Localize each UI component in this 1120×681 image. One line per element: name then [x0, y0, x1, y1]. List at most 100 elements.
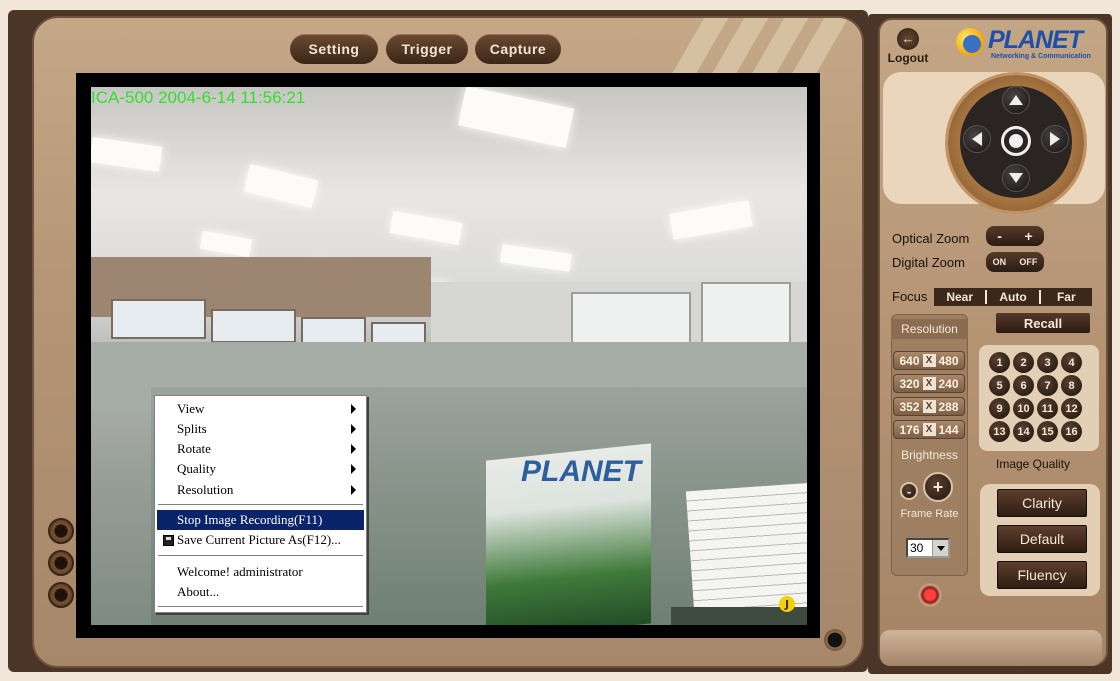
preset-button[interactable]: 7 — [1037, 375, 1058, 396]
preset-button[interactable]: 14 — [1013, 421, 1034, 442]
tab-setting[interactable]: Setting — [290, 34, 378, 64]
frame-rate-value: 30 — [910, 541, 924, 555]
focus-auto-button[interactable]: Auto — [987, 290, 1038, 304]
logo-text: PLANET — [988, 26, 1083, 54]
digital-zoom-toggle: ON OFF — [986, 252, 1044, 272]
window — [111, 299, 206, 339]
ptz-up-button[interactable] — [1002, 86, 1030, 114]
bottom-bar — [880, 630, 1102, 666]
ceiling-light — [500, 244, 572, 272]
ceiling-light — [199, 230, 253, 258]
submenu-arrow-icon — [351, 444, 356, 454]
preset-button[interactable]: 5 — [989, 375, 1010, 396]
ceiling-light — [458, 87, 574, 148]
res-width: 320 — [899, 376, 920, 391]
menu-item-label: Quality — [177, 461, 216, 476]
ptz-up-icon — [1009, 95, 1023, 105]
side-knob — [48, 550, 74, 576]
menu-item-about[interactable]: About... — [157, 582, 364, 602]
digital-zoom-off-button[interactable]: OFF — [1019, 257, 1037, 267]
menu-item-save-picture[interactable]: Save Current Picture As(F12)... — [157, 530, 364, 550]
menu-item-quality[interactable]: Quality — [157, 459, 364, 479]
ceiling-light — [243, 163, 319, 209]
stop-icon[interactable] — [918, 583, 942, 607]
menu-item-resolution[interactable]: Resolution — [157, 480, 364, 500]
focus-bar: Near Auto Far — [934, 288, 1092, 306]
brightness-label: Brightness — [901, 448, 958, 462]
zoom-in-button[interactable]: + — [1025, 228, 1033, 244]
focus-far-button[interactable]: Far — [1041, 290, 1092, 304]
menu-item-stop-recording[interactable]: Stop Image Recording(F11) — [157, 510, 364, 530]
menu-separator — [158, 504, 363, 506]
zoom-out-button[interactable]: - — [997, 228, 1002, 244]
recall-button[interactable]: Recall — [996, 313, 1090, 333]
logout-button[interactable]: ← Logout — [884, 28, 932, 72]
logo-globe-icon — [956, 28, 984, 56]
menu-item-label: Resolution — [177, 482, 234, 497]
menu-item-label: Rotate — [177, 441, 211, 456]
ceiling-light — [91, 137, 163, 172]
corner-knob — [824, 629, 846, 651]
res-height: 480 — [938, 353, 959, 368]
context-menu: View Splits Rotate Quality Resolution St… — [154, 395, 367, 613]
clarity-button[interactable]: Clarity — [997, 489, 1087, 517]
osd-badge-icon: J — [779, 596, 795, 612]
ptz-right-button[interactable] — [1041, 125, 1069, 153]
focus-near-button[interactable]: Near — [934, 290, 985, 304]
preset-button[interactable]: 2 — [1013, 352, 1034, 373]
preset-button[interactable]: 13 — [989, 421, 1010, 442]
preset-button[interactable]: 9 — [989, 398, 1010, 419]
tab-capture[interactable]: Capture — [475, 34, 561, 64]
ptz-right-icon — [1050, 132, 1060, 146]
side-knob — [48, 518, 74, 544]
preset-button[interactable]: 15 — [1037, 421, 1058, 442]
submenu-arrow-icon — [351, 404, 356, 414]
default-button[interactable]: Default — [997, 525, 1087, 553]
menu-item-welcome[interactable]: Welcome! administrator — [157, 562, 364, 582]
ceiling-light — [389, 211, 463, 245]
resolution-176-button[interactable]: 176 X 144 — [893, 420, 965, 439]
brightness-minus-button[interactable]: - — [900, 482, 918, 500]
res-width: 640 — [899, 353, 920, 368]
resolution-title: Resolution — [891, 319, 968, 339]
logo-subtitle: Networking & Communication — [991, 53, 1091, 60]
menu-separator — [158, 606, 363, 608]
res-x-icon: X — [922, 354, 936, 367]
preset-button[interactable]: 10 — [1013, 398, 1034, 419]
osd-timestamp: ICA-500 2004-6-14 11:56:21 — [91, 88, 306, 107]
resolution-640-button[interactable]: 640 X 480 — [893, 351, 965, 370]
res-height: 288 — [938, 399, 959, 414]
fluency-button[interactable]: Fluency — [997, 561, 1087, 589]
side-knob — [48, 582, 74, 608]
submenu-arrow-icon — [351, 485, 356, 495]
poster-logo-text: PLANET — [521, 455, 641, 488]
preset-button[interactable]: 4 — [1061, 352, 1082, 373]
preset-button[interactable]: 6 — [1013, 375, 1034, 396]
frame-rate-label: Frame Rate — [900, 508, 959, 520]
frame-rate-select[interactable]: 30 — [906, 538, 950, 558]
submenu-arrow-icon — [351, 424, 356, 434]
brightness-plus-button[interactable]: + — [923, 472, 953, 502]
resolution-320-button[interactable]: 320 X 240 — [893, 374, 965, 393]
preset-button[interactable]: 1 — [989, 352, 1010, 373]
preset-button[interactable]: 11 — [1037, 398, 1058, 419]
res-height: 144 — [938, 422, 959, 437]
resolution-352-button[interactable]: 352 X 288 — [893, 397, 965, 416]
menu-item-splits[interactable]: Splits — [157, 419, 364, 439]
res-x-icon: X — [922, 377, 936, 390]
digital-zoom-label: Digital Zoom — [892, 255, 965, 270]
planet-logo: PLANET Networking & Communication — [956, 24, 1091, 66]
menu-item-view[interactable]: View — [157, 399, 364, 419]
res-x-icon: X — [922, 423, 936, 436]
ptz-down-button[interactable] — [1002, 164, 1030, 192]
preset-button[interactable]: 12 — [1061, 398, 1082, 419]
menu-item-rotate[interactable]: Rotate — [157, 439, 364, 459]
digital-zoom-on-button[interactable]: ON — [993, 257, 1007, 267]
tab-trigger[interactable]: Trigger — [386, 34, 468, 64]
chevron-down-icon — [932, 540, 948, 556]
preset-button[interactable]: 8 — [1061, 375, 1082, 396]
ptz-home-icon[interactable] — [1001, 126, 1031, 156]
ptz-left-button[interactable] — [963, 125, 991, 153]
preset-button[interactable]: 16 — [1061, 421, 1082, 442]
preset-button[interactable]: 3 — [1037, 352, 1058, 373]
